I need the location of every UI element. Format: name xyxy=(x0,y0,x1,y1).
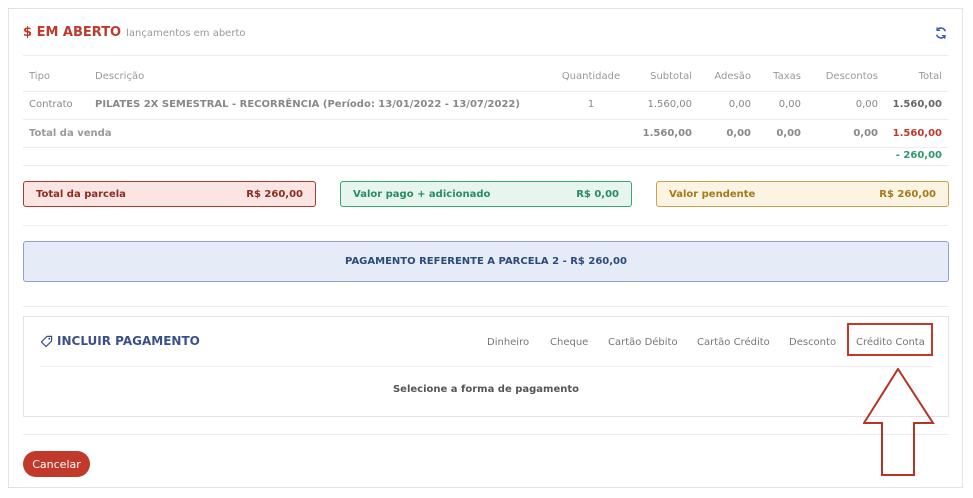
payment-reference-text: PAGAMENTO REFERENTE A PARCELA 2 - R$ 260… xyxy=(345,256,627,267)
cancel-button[interactable]: Cancelar xyxy=(23,451,90,477)
col-total: Total xyxy=(918,71,942,82)
row-descontos: 0,00 xyxy=(855,99,878,110)
divider xyxy=(23,91,948,92)
totals-taxas: 0,00 xyxy=(776,128,801,139)
page-subtitle: lançamentos em aberto xyxy=(126,28,246,39)
col-descontos: Descontos xyxy=(825,71,878,82)
col-subtotal: Subtotal xyxy=(650,71,692,82)
row-tipo: Contrato xyxy=(29,99,73,110)
up-arrow-annotation xyxy=(863,368,935,476)
page-title: $ EM ABERTO xyxy=(23,25,122,40)
divider xyxy=(23,119,948,120)
pending-amount-value: R$ 260,00 xyxy=(879,188,936,200)
pending-amount-box: Valor pendente R$ 260,00 xyxy=(656,181,949,207)
paid-amount-value: R$ 0,00 xyxy=(576,188,619,200)
col-taxas: Taxas xyxy=(773,71,801,82)
refresh-icon[interactable] xyxy=(934,26,948,40)
payment-hint: Selecione a forma de pagamento xyxy=(392,384,580,395)
include-payment-panel: INCLUIR PAGAMENTO Dinheiro Cheque Cartão… xyxy=(23,316,949,417)
method-desconto[interactable]: Desconto xyxy=(789,337,836,348)
totals-label: Total da venda xyxy=(29,128,112,139)
include-payment-title: INCLUIR PAGAMENTO xyxy=(57,334,200,348)
method-cheque[interactable]: Cheque xyxy=(550,337,588,348)
paid-amount-label: Valor pago + adicionado xyxy=(353,188,491,200)
method-dinheiro[interactable]: Dinheiro xyxy=(487,337,529,348)
divider xyxy=(40,366,932,367)
col-adesao: Adesão xyxy=(714,71,751,82)
payment-deduction: - 260,00 xyxy=(895,150,942,161)
row-quantidade: 1 xyxy=(587,99,595,110)
row-subtotal: 1.560,00 xyxy=(647,99,692,110)
pending-amount-label: Valor pendente xyxy=(669,188,756,200)
highlight-box xyxy=(847,323,933,356)
totals-total: 1.560,00 xyxy=(892,128,942,139)
col-tipo: Tipo xyxy=(29,71,51,82)
installment-total-box: Total da parcela R$ 260,00 xyxy=(23,181,316,207)
totals-adesao: 0,00 xyxy=(726,128,751,139)
row-taxas: 0,00 xyxy=(778,99,801,110)
method-cartao-credito[interactable]: Cartão Crédito xyxy=(697,337,770,348)
row-total: 1.560,00 xyxy=(892,99,942,110)
totals-subtotal: 1.560,00 xyxy=(642,128,692,139)
divider xyxy=(23,434,948,435)
divider xyxy=(23,306,948,307)
method-cartao-debito[interactable]: Cartão Débito xyxy=(608,337,678,348)
divider xyxy=(23,55,948,56)
divider xyxy=(23,165,948,166)
panel-header: $ EM ABERTO lançamentos em aberto xyxy=(23,25,246,45)
tag-icon xyxy=(40,335,53,347)
totals-descontos: 0,00 xyxy=(853,128,878,139)
col-descricao: Descrição xyxy=(95,71,145,82)
divider xyxy=(23,147,948,148)
paid-amount-box: Valor pago + adicionado R$ 0,00 xyxy=(340,181,632,207)
installment-total-value: R$ 260,00 xyxy=(246,188,303,200)
payment-reference-banner: PAGAMENTO REFERENTE A PARCELA 2 - R$ 260… xyxy=(23,241,949,282)
divider xyxy=(23,225,948,226)
open-entries-panel: $ EM ABERTO lançamentos em aberto Tipo D… xyxy=(8,8,963,488)
row-adesao: 0,00 xyxy=(728,99,751,110)
col-quantidade: Quantidade xyxy=(561,71,621,82)
installment-total-label: Total da parcela xyxy=(36,188,126,200)
row-descricao: PILATES 2X SEMESTRAL - RECORRÊNCIA (Perí… xyxy=(95,99,520,110)
include-payment-header: INCLUIR PAGAMENTO xyxy=(40,334,200,348)
